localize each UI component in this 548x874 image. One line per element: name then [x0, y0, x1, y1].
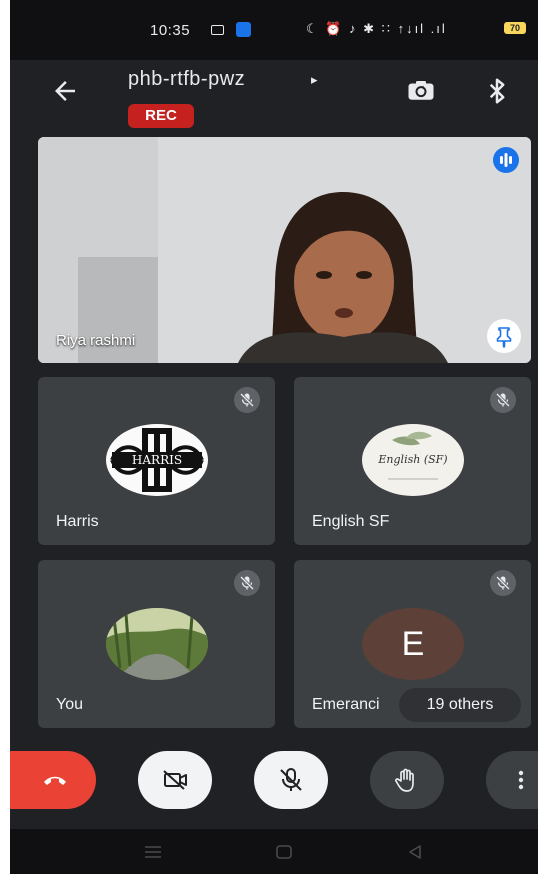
back-arrow-icon[interactable] [50, 76, 80, 106]
mic-off-icon [234, 570, 260, 596]
avatar: HARRIS [106, 424, 208, 496]
avatar-text: HARRIS [131, 453, 183, 467]
switch-camera-icon[interactable] [406, 76, 436, 106]
more-vert-icon [518, 770, 524, 790]
meeting-code[interactable]: phb-rtfb-pwz [128, 68, 245, 91]
avatar: English (SF) [362, 424, 464, 496]
end-call-button[interactable] [10, 751, 96, 809]
participant-name: Harris [56, 513, 99, 530]
meeting-header: phb-rtfb-pwz ▸ REC [10, 60, 538, 136]
recording-badge: REC [128, 104, 194, 128]
participant-name: Emeranci [312, 696, 380, 713]
camera-status-icon [211, 25, 224, 35]
meeting-details-caret-icon[interactable]: ▸ [311, 72, 318, 88]
end-call-icon [44, 776, 66, 785]
phone-screen: 10:35 ☾ ⏰ ♪ ✱ ∷ ↑↓ıl .ıl 70 phb-rtfb-pwz… [10, 0, 538, 874]
avatar [106, 608, 208, 680]
mic-off-icon [490, 570, 516, 596]
participant-name: Riya rashmi [56, 332, 136, 349]
pin-icon[interactable] [487, 319, 521, 353]
bluetooth-icon[interactable] [482, 76, 512, 106]
raise-hand-button[interactable] [370, 751, 444, 809]
mic-off-icon [280, 768, 302, 791]
mic-off-icon [234, 387, 260, 413]
others-badge[interactable]: 19 others [399, 688, 521, 722]
status-time: 10:35 [150, 22, 191, 39]
participant-tile-harris[interactable]: HARRIS Harris [38, 377, 275, 545]
avatar-text: English (SF) [378, 453, 448, 466]
menu-nav-icon[interactable] [143, 845, 163, 859]
status-bar: 10:35 ☾ ⏰ ♪ ✱ ∷ ↑↓ıl .ıl 70 [10, 0, 538, 60]
battery-icon: 70 [504, 22, 526, 34]
participant-video [38, 137, 531, 363]
participant-name: English SF [312, 513, 390, 530]
participant-tile-you[interactable]: You [38, 560, 275, 728]
avatar: E [362, 608, 464, 680]
mic-toggle-button[interactable] [254, 751, 328, 809]
camera-toggle-button[interactable] [138, 751, 212, 809]
mic-off-icon [490, 387, 516, 413]
main-video-tile[interactable]: Riya rashmi [38, 137, 531, 363]
system-nav-bar [10, 829, 538, 874]
speaker-activity-icon [493, 147, 519, 173]
raise-hand-icon [395, 768, 414, 792]
more-options-button[interactable] [486, 751, 538, 809]
back-nav-icon[interactable] [407, 844, 423, 860]
home-nav-icon[interactable] [275, 844, 293, 860]
app-notification-icon [236, 22, 251, 37]
camera-off-icon [163, 770, 187, 790]
status-icons: ☾ ⏰ ♪ ✱ ∷ ↑↓ıl .ıl [306, 21, 447, 36]
participant-tile-english-sf[interactable]: English (SF) English SF [294, 377, 531, 545]
participant-name: You [56, 696, 83, 713]
